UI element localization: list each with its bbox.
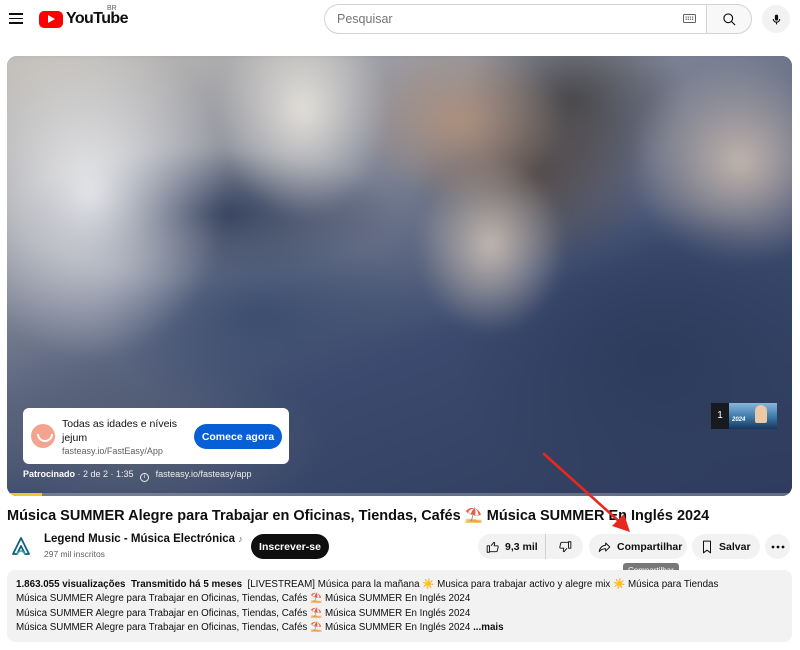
channel-logo-icon xyxy=(12,537,30,555)
logo-text: YouTube xyxy=(66,10,128,27)
microphone-icon xyxy=(772,14,780,24)
search-box xyxy=(324,4,706,34)
progress-fill xyxy=(7,493,43,496)
ad-url[interactable]: fasteasy.io/fasteasy/app xyxy=(156,469,252,479)
music-note-icon: ♪ xyxy=(238,534,243,544)
description-text-last: Música SUMMER Alegre para Trabajar en Of… xyxy=(16,622,471,634)
search-icon xyxy=(722,12,736,26)
description-line-2: Música SUMMER Alegre para Trabajar en Of… xyxy=(16,593,471,605)
keyboard-icon[interactable] xyxy=(683,14,696,23)
description-line-3: Música SUMMER Alegre para Trabajar en Of… xyxy=(16,607,471,619)
ad-card[interactable]: Todas as idades e níveis jejum fasteasy.… xyxy=(23,408,289,464)
share-icon xyxy=(598,541,611,552)
share-button[interactable]: Compartilhar xyxy=(589,534,687,559)
show-more-link[interactable]: ...mais xyxy=(473,622,504,633)
ad-queue-thumbnail[interactable]: 1 xyxy=(711,403,777,429)
like-button[interactable]: 9,3 mil xyxy=(478,534,546,559)
stream-date: Transmitido há 5 meses xyxy=(130,579,243,590)
share-label: Compartilhar xyxy=(617,540,683,553)
like-dislike-group: 9,3 mil xyxy=(478,534,583,559)
dislike-button[interactable] xyxy=(546,534,583,559)
view-count: 1.863.055 visualizações xyxy=(16,579,126,590)
channel-name-text: Legend Music - Música Electrónica xyxy=(44,533,236,545)
voice-search-button[interactable] xyxy=(762,5,790,33)
subscriber-count: 297 mil inscritos xyxy=(44,549,105,559)
bookmark-icon xyxy=(703,540,711,553)
masthead: YouTube BR xyxy=(0,0,800,40)
description-line-1: 1.863.055 visualizações Transmitido há 5… xyxy=(16,578,783,592)
description-box[interactable]: 1.863.055 visualizações Transmitido há 5… xyxy=(7,570,792,642)
subscribe-button[interactable]: Inscrever-se xyxy=(251,534,329,559)
hamburger-menu-icon[interactable] xyxy=(7,9,27,29)
like-count: 9,3 mil xyxy=(505,540,538,553)
channel-avatar[interactable] xyxy=(10,535,32,557)
ad-info-icon[interactable]: i xyxy=(140,473,150,482)
youtube-play-icon xyxy=(39,10,63,28)
advertiser-logo xyxy=(31,424,55,448)
save-label: Salvar xyxy=(719,540,751,553)
queue-thumbnail-image xyxy=(729,403,777,429)
ad-position: · 2 de 2 · 1:35 xyxy=(77,469,134,479)
thumbs-up-icon xyxy=(486,541,499,553)
more-actions-button[interactable] xyxy=(765,534,790,559)
search-button[interactable] xyxy=(706,4,752,34)
ad-info: Patrocinado · 2 de 2 · 1:35 i fasteasy.i… xyxy=(23,469,252,482)
description-line-4: Música SUMMER Alegre para Trabajar en Of… xyxy=(16,621,783,635)
ad-sponsored-label: Patrocinado xyxy=(23,469,76,479)
ad-cta-button[interactable]: Comece agora xyxy=(194,424,282,449)
search-input[interactable] xyxy=(337,12,657,26)
channel-name[interactable]: Legend Music - Música Electrónica ♪ xyxy=(44,533,243,545)
queue-count: 1 xyxy=(711,403,729,429)
progress-bar[interactable] xyxy=(7,493,792,496)
more-horizontal-icon xyxy=(771,545,784,548)
description-text: [LIVESTREAM] Música para la mañana ☀️ Mu… xyxy=(247,579,719,590)
annotation-arrow xyxy=(542,452,630,532)
ad-domain: fasteasy.io/FastEasy/App xyxy=(62,446,163,456)
country-code: BR xyxy=(107,5,117,12)
save-button[interactable]: Salvar xyxy=(692,534,760,559)
ad-title: Todas as idades e níveis jejum xyxy=(62,418,177,444)
thumbs-down-icon xyxy=(558,540,571,552)
video-title: Música SUMMER Alegre para Trabajar en Of… xyxy=(7,508,710,524)
video-player[interactable]: Todas as idades e níveis jejum fasteasy.… xyxy=(7,56,792,496)
youtube-logo[interactable]: YouTube BR xyxy=(39,5,128,30)
